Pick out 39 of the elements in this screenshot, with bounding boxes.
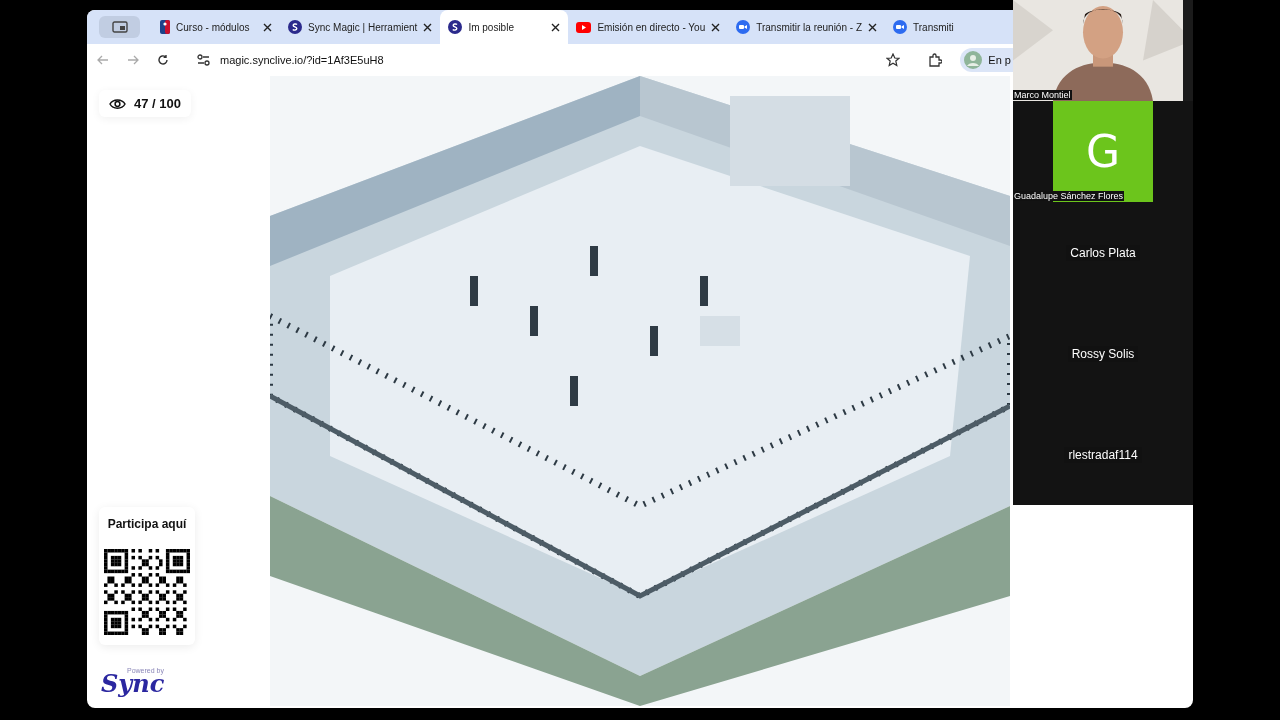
close-icon[interactable] xyxy=(551,22,561,32)
settings-icon[interactable] xyxy=(197,54,210,66)
participant-name: Marco Montiel xyxy=(1013,90,1072,100)
window-icon xyxy=(111,21,128,33)
viewer-count: 47 / 100 xyxy=(134,96,181,111)
browser-tab[interactable]: Im posible xyxy=(440,10,569,44)
tab-title: Sync Magic | Herramient xyxy=(308,21,418,33)
join-heading: Participa aquí xyxy=(107,517,187,531)
browser-tab[interactable]: Transmitir la reunión - Z xyxy=(728,10,885,44)
avatar-icon xyxy=(964,51,983,69)
close-icon[interactable] xyxy=(423,22,433,32)
logo-icon xyxy=(288,20,303,34)
logo-icon xyxy=(448,20,463,34)
tab-title: Emisión en directo - You xyxy=(597,21,706,33)
url-text: magic.synclive.io/?id=1Af3E5uH8 xyxy=(220,54,385,66)
play-icon xyxy=(576,21,592,33)
video-icon xyxy=(736,20,751,34)
close-icon[interactable] xyxy=(868,22,877,32)
puzzle-icon[interactable] xyxy=(928,53,943,67)
qr-code-icon[interactable] xyxy=(104,549,190,635)
eye-icon xyxy=(109,97,126,110)
video-icon xyxy=(893,20,907,34)
tab-title: Im posible xyxy=(468,21,515,33)
browser-tab[interactable]: Curso - módulos xyxy=(152,10,281,44)
participant-name: Guadalupe Sánchez Flores xyxy=(1013,191,1125,201)
bookmark-star-icon[interactable] xyxy=(886,53,901,67)
badge-icon xyxy=(160,20,171,34)
close-icon[interactable] xyxy=(711,22,721,32)
browser-tab[interactable]: Sync Magic | Herramient xyxy=(280,10,441,44)
tab-group-button[interactable] xyxy=(99,16,141,38)
avatar-initial: G xyxy=(1085,126,1121,177)
tab-title: Curso - módulos xyxy=(176,21,251,33)
close-icon[interactable] xyxy=(263,22,273,32)
reload-icon[interactable] xyxy=(157,54,169,66)
browser-tab[interactable]: Emisión en directo - You xyxy=(568,10,729,44)
profile-button[interactable]: En p xyxy=(960,48,1013,72)
tab-title: Transmiti xyxy=(913,21,955,33)
browser-tab[interactable]: Transmiti xyxy=(885,10,1013,44)
tab-title: Transmitir la reunión - Z xyxy=(756,21,862,33)
